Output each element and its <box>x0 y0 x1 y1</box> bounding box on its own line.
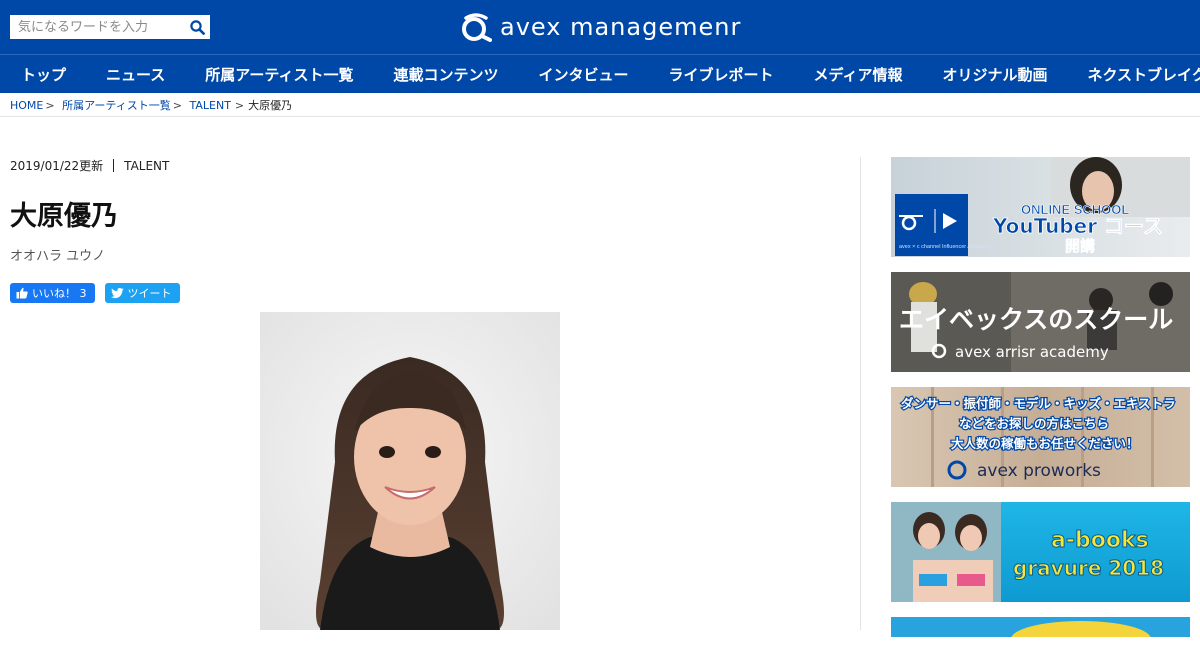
banner1-sub: avex × c channel Influencer Academy <box>899 244 991 250</box>
avex-proworks-banner[interactable]: ダンサー・振付師・モデル・キッズ・エキストラ などをお探しの方はこちら 大人数の… <box>891 387 1190 487</box>
banner3-line4: avex proworks <box>977 461 1101 481</box>
profile-photo <box>260 312 560 630</box>
name-reading: オオハラ ユウノ <box>10 245 850 264</box>
breadcrumb-current: 大原優乃 <box>248 99 292 112</box>
main-nav: トップ ニュース 所属アーティスト一覧 連載コンテンツ インタビュー ライブレポ… <box>0 54 1200 93</box>
meta-divider <box>113 159 114 172</box>
nav-item-media[interactable]: メディア情報 <box>814 64 903 85</box>
banner3-line2: などをお探しの方はこちら <box>959 416 1109 431</box>
youtuber-course-banner[interactable]: ONLINE SCHOOL YouTuber コース 開講 avex × c c… <box>891 157 1190 257</box>
column-divider <box>860 157 861 630</box>
nav-item-artists[interactable]: 所属アーティスト一覧 <box>205 64 353 85</box>
share-buttons: いいね！ 3 ツイート <box>10 283 850 303</box>
banner4-line2: gravure 2018 <box>1013 556 1164 580</box>
search-box <box>10 15 210 39</box>
breadcrumb-home[interactable]: HOME <box>10 99 43 112</box>
banner1-line2: YouTuber コース <box>992 214 1163 238</box>
nav-item-original-video[interactable]: オリジナル動画 <box>942 64 1047 85</box>
nav-item-news[interactable]: ニュース <box>106 64 165 85</box>
thumbs-up-icon <box>16 287 28 299</box>
banner3-line1: ダンサー・振付師・モデル・キッズ・エキストラ <box>901 396 1176 411</box>
nav-item-live-report[interactable]: ライブレポート <box>669 64 774 85</box>
breadcrumb: HOME> 所属アーティスト一覧> TALENT>大原優乃 <box>10 97 292 113</box>
banner4-line1: a-books <box>1051 528 1149 553</box>
site-header: avex managemenr <box>0 0 1200 54</box>
twitter-bird-icon <box>111 288 124 299</box>
banner3-line3: 大人数の稼働もお任せください！ <box>951 436 1139 451</box>
avex-artist-academy-banner[interactable]: エイベックスのスクール avex arrisr academy <box>891 272 1190 372</box>
tweet-label: ツイート <box>128 285 172 301</box>
nav-item-next-break[interactable]: ネクストブレイク <box>1088 64 1200 85</box>
nav-item-series[interactable]: 連載コンテンツ <box>393 64 498 85</box>
search-icon[interactable] <box>186 16 208 38</box>
like-label: いいね！ 3 <box>32 285 87 301</box>
updated-date: 2019/01/22更新 <box>10 157 103 174</box>
search-input[interactable] <box>10 16 186 38</box>
banner2-line2: avex arrisr academy <box>955 343 1109 361</box>
page-title: 大原優乃 <box>10 194 850 233</box>
tweet-button[interactable]: ツイート <box>105 283 180 303</box>
facebook-like-button[interactable]: いいね！ 3 <box>10 283 95 303</box>
article-category: TALENT <box>124 159 169 173</box>
nav-item-top[interactable]: トップ <box>21 64 66 85</box>
a-books-gravure-banner[interactable]: a-books gravure 2018 <box>891 502 1190 602</box>
article-meta: 2019/01/22更新 TALENT <box>10 157 850 174</box>
site-logo[interactable]: avex managemenr <box>460 12 741 42</box>
breadcrumb-category[interactable]: TALENT <box>190 99 231 112</box>
next-banner[interactable] <box>891 617 1190 637</box>
sidebar: ONLINE SCHOOL YouTuber コース 開講 avex × c c… <box>891 157 1190 652</box>
breadcrumb-artists[interactable]: 所属アーティスト一覧 <box>62 99 171 112</box>
logo-text: avex managemenr <box>500 13 741 41</box>
article: 2019/01/22更新 TALENT 大原優乃 オオハラ ユウノ いいね！ 3… <box>10 157 850 303</box>
banner2-line1: エイベックスのスクール <box>899 305 1173 334</box>
avex-logo-icon <box>460 12 492 42</box>
nav-item-interview[interactable]: インタビュー <box>539 64 629 85</box>
breadcrumb-divider <box>0 116 1200 117</box>
banner1-line3: 開講 <box>1065 237 1095 255</box>
